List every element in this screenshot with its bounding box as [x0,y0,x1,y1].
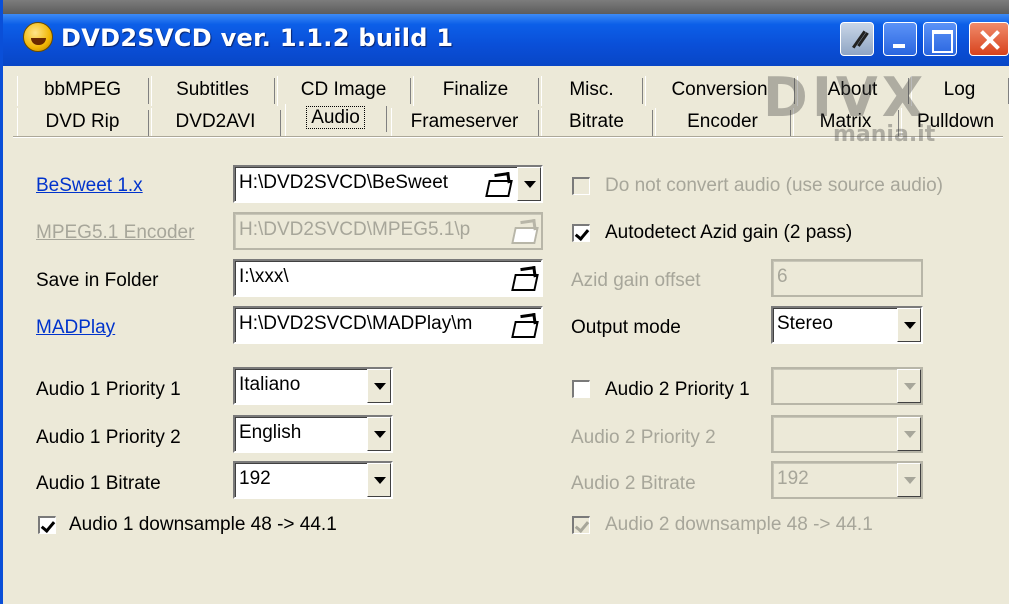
tab-label: Encoder [687,111,758,132]
autodetect-azid-checkbox[interactable] [572,224,590,242]
output-mode-value: Stereo [777,313,833,334]
tab-dvd-rip[interactable]: DVD Rip [17,108,149,138]
chevron-down-icon [897,417,921,451]
watermark-sub: mania.it [833,122,936,147]
madplay-link[interactable]: MADPlay [36,317,115,339]
mpeg51-path-value: H:\DVD2SVCD\MPEG5.1\p [239,219,471,240]
audio1-bitrate-select[interactable]: 192 [233,461,393,499]
audio2-priority2-label: Audio 2 Priority 2 [571,427,716,448]
tab-label: Audio [306,106,365,129]
chevron-down-icon[interactable] [517,167,541,201]
pin-button[interactable] [840,22,874,56]
audio2-bitrate-value: 192 [777,468,809,489]
audio2-priority1-checkbox[interactable] [572,380,590,398]
audio1-downsample-label: Audio 1 downsample 48 -> 44.1 [69,514,337,535]
tab-label: CD Image [300,79,387,100]
tab-audio[interactable]: Audio [285,104,387,138]
mpeg51-encoder-link: MPEG5.1 Encoder [36,222,195,243]
chevron-down-icon [897,369,921,403]
chevron-down-icon[interactable] [897,308,921,342]
folder-open-icon [511,220,537,242]
tab-misc[interactable]: Misc. [541,76,643,106]
tab-label: Finalize [442,79,509,100]
audio2-downsample-label: Audio 2 downsample 48 -> 44.1 [605,514,873,535]
tab-label: Frameserver [410,111,519,132]
tab-bitrate[interactable]: Bitrate [541,108,653,138]
besweet-path-value: H:\DVD2SVCD\BeSweet [239,172,449,193]
close-button[interactable] [969,22,1009,56]
chevron-down-icon[interactable] [367,417,391,451]
tab-subtitles[interactable]: Subtitles [151,76,275,106]
audio1-downsample-checkbox[interactable] [38,516,56,534]
save-folder-field[interactable]: I:\xxx\ [233,259,543,297]
azid-gain-offset-value: 6 [777,266,788,287]
audio1-bitrate-label: Audio 1 Bitrate [36,473,161,494]
audio1-priority1-value: Italiano [239,374,301,395]
azid-gain-offset-field: 6 [771,259,923,297]
audio1-bitrate-value: 192 [239,468,271,489]
window-title: DVD2SVCD ver. 1.1.2 build 1 [61,24,454,52]
top-strip [3,0,1009,14]
autodetect-azid-label: Autodetect Azid gain (2 pass) [605,222,853,243]
tab-dvd2avi[interactable]: DVD2AVI [151,108,281,138]
mpeg51-path-field: H:\DVD2SVCD\MPEG5.1\p [233,212,543,250]
chevron-down-icon[interactable] [367,369,391,403]
azid-gain-offset-label: Azid gain offset [571,270,701,291]
audio1-priority2-value: English [239,422,302,443]
tab-label: DVD2AVI [175,111,256,132]
folder-open-icon[interactable] [511,314,537,336]
tab-label: bbMPEG [43,79,122,100]
app-smiley-icon[interactable] [23,22,53,52]
folder-open-icon[interactable] [511,267,537,289]
besweet-path-combo[interactable]: H:\DVD2SVCD\BeSweet [233,165,543,203]
tab-label: Bitrate [569,111,624,132]
folder-open-icon[interactable] [485,173,511,195]
madplay-path-value: H:\DVD2SVCD\MADPlay\m [239,313,473,334]
save-folder-value: I:\xxx\ [239,266,289,287]
no-convert-audio-label: Do not convert audio (use source audio) [605,175,943,196]
tab-bbmpeg[interactable]: bbMPEG [17,76,149,106]
audio1-priority2-label: Audio 1 Priority 2 [36,427,181,448]
audio2-priority2-select [771,415,923,453]
tab-finalize[interactable]: Finalize [413,76,539,106]
divx-mania-watermark: DIVX mania.it [763,66,1009,166]
app-window: DVD2SVCD ver. 1.1.2 build 1 bbMPEG Subti… [0,0,1009,604]
no-convert-audio-checkbox [572,177,590,195]
output-mode-label: Output mode [571,317,681,338]
audio2-bitrate-label: Audio 2 Bitrate [571,473,696,494]
chevron-down-icon[interactable] [367,463,391,497]
chevron-down-icon [897,463,921,497]
madplay-path-field[interactable]: H:\DVD2SVCD\MADPlay\m [233,306,543,344]
audio2-priority1-select [771,367,923,405]
watermark-brand: DIVX [763,66,928,129]
tab-label: Subtitles [176,79,249,100]
audio2-downsample-checkbox [572,516,590,534]
tab-cd-image[interactable]: CD Image [277,76,411,106]
audio2-priority1-label: Audio 2 Priority 1 [605,379,750,400]
minimize-button[interactable] [883,22,917,56]
audio1-priority2-select[interactable]: English [233,415,393,453]
maximize-button[interactable] [923,22,957,56]
title-bar[interactable]: DVD2SVCD ver. 1.1.2 build 1 [3,14,1009,66]
audio2-bitrate-select: 192 [771,461,923,499]
besweet-link[interactable]: BeSweet 1.x [36,175,143,197]
tab-label: Conversion [671,79,768,100]
output-mode-select[interactable]: Stereo [771,306,923,344]
save-folder-label: Save in Folder [36,270,159,291]
tab-label: Misc. [569,79,614,100]
audio1-priority1-label: Audio 1 Priority 1 [36,379,181,400]
tab-label: DVD Rip [45,111,120,132]
tab-frameserver[interactable]: Frameserver [391,108,539,138]
audio1-priority1-select[interactable]: Italiano [233,367,393,405]
